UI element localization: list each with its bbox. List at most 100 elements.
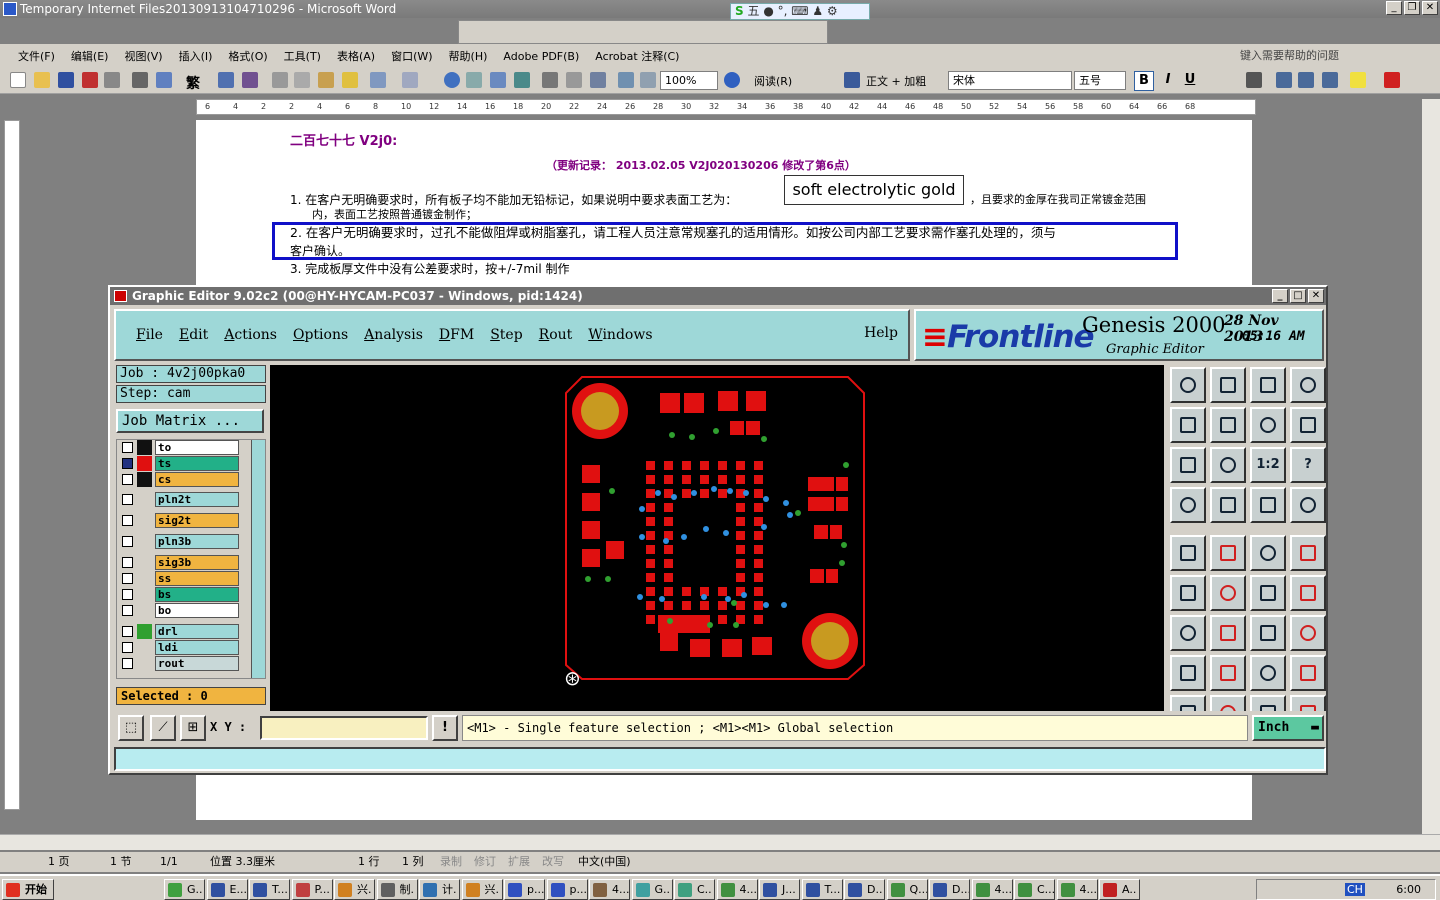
taskbar-button[interactable]: 4... (1056, 879, 1098, 900)
fit-icon[interactable] (1170, 447, 1206, 483)
insert-excel-icon[interactable] (514, 72, 530, 88)
paragraph-mark-icon[interactable] (640, 72, 656, 88)
document-map-icon[interactable] (590, 72, 606, 88)
angle-icon[interactable] (1170, 615, 1206, 651)
layer-checkbox[interactable] (122, 658, 133, 669)
restore-button[interactable]: ❐ (1404, 1, 1420, 15)
layer-b-icon[interactable] (1290, 487, 1326, 523)
alert-icon[interactable]: ! (432, 715, 458, 741)
taskbar-button[interactable]: 制. (376, 879, 418, 900)
menu-adobe-pdf[interactable]: Adobe PDF(B) (495, 50, 587, 63)
insert-table-icon[interactable] (490, 72, 506, 88)
layer-swatch[interactable] (137, 587, 152, 602)
status-overtype[interactable]: 改写 (542, 852, 564, 872)
taskbar-button[interactable]: 4... (589, 879, 630, 900)
hyperlink-icon[interactable] (444, 72, 460, 88)
layer-checkbox[interactable] (122, 442, 133, 453)
status-extend[interactable]: 扩展 (508, 852, 530, 872)
format-painter-icon[interactable] (342, 72, 358, 88)
feature-icon[interactable] (1170, 655, 1206, 691)
zoom-window-icon[interactable]: ⬚ (118, 715, 144, 741)
graphic-canvas[interactable]: ⊛ (270, 365, 1164, 711)
triangle-b-icon[interactable] (1210, 695, 1246, 711)
menu-format[interactable]: 格式(O) (220, 48, 275, 64)
pan-icon[interactable] (1210, 447, 1246, 483)
cross-icon[interactable] (1210, 575, 1246, 611)
g-menu-actions[interactable]: Actions (216, 327, 285, 343)
taskbar-button[interactable]: C... (1014, 879, 1055, 900)
paste-icon[interactable] (318, 72, 334, 88)
help-icon[interactable] (724, 72, 740, 88)
read-mode-button[interactable]: 阅读(R) (754, 73, 792, 89)
menu-acrobat[interactable]: Acrobat 注释(C) (587, 48, 687, 64)
units-select[interactable]: Inch ▬ (1252, 715, 1324, 741)
status-record[interactable]: 录制 (440, 852, 462, 872)
email-icon[interactable] (104, 72, 120, 88)
layer-checkbox[interactable] (122, 605, 133, 616)
menu-tools[interactable]: 工具(T) (276, 48, 329, 64)
layer-swatch[interactable] (137, 571, 152, 586)
layer-row[interactable]: bs (119, 587, 241, 602)
menu-file[interactable]: 文件(F) (10, 48, 63, 64)
layer-checkbox[interactable] (122, 573, 133, 584)
triangle-d-icon[interactable] (1290, 695, 1326, 711)
close-button[interactable]: ✕ (1422, 1, 1438, 15)
font-size-select[interactable]: 五号 (1074, 71, 1126, 90)
taskbar-button[interactable]: 兴. (334, 879, 375, 900)
command-line[interactable] (114, 747, 1326, 771)
connect-icon[interactable] (1170, 575, 1206, 611)
status-track[interactable]: 修订 (474, 852, 496, 872)
help-search-input[interactable]: 键入需要帮助的问题 (1240, 47, 1420, 65)
split-icon[interactable] (1290, 615, 1326, 651)
new-doc-icon[interactable] (10, 72, 26, 88)
layer-swatch[interactable] (137, 603, 152, 618)
taskbar-button[interactable]: C.. (674, 879, 715, 900)
cut-icon[interactable] (272, 72, 288, 88)
horizontal-ruler[interactable]: 6 4 2 2 4 6 8 10 12 14 16 18 20 22 24 26 28 30 32 34 36 38 40 4… (196, 99, 1256, 115)
g-menu-step[interactable]: Step (482, 327, 530, 343)
rotate-icon[interactable] (1290, 407, 1326, 443)
zoom-back-icon[interactable] (1250, 407, 1286, 443)
layer-row[interactable]: ss (119, 571, 241, 586)
g-menu-dfm[interactable]: DFM (431, 327, 482, 343)
layer-swatch[interactable] (137, 472, 152, 487)
vertical-ruler[interactable] (4, 120, 20, 810)
triangle-c-icon[interactable] (1250, 695, 1286, 711)
menu-view[interactable]: 视图(V) (116, 48, 170, 64)
taskbar-button[interactable]: 4... (716, 879, 758, 900)
layer-checkbox[interactable] (122, 626, 133, 637)
grid-icon[interactable] (1210, 487, 1246, 523)
permission-icon[interactable] (82, 72, 98, 88)
taskbar-button[interactable]: T... (249, 879, 290, 900)
bold-button[interactable]: B (1134, 71, 1154, 91)
pad-icon[interactable] (1290, 535, 1326, 571)
align-icon[interactable] (1246, 72, 1262, 88)
taskbar-button[interactable]: 兴. (461, 879, 503, 900)
layer-swatch[interactable] (137, 656, 152, 671)
taskbar-button[interactable]: E... (206, 879, 248, 900)
layer-checkbox[interactable] (122, 474, 133, 485)
print-icon[interactable] (132, 72, 148, 88)
layer-a-icon[interactable] (1250, 487, 1286, 523)
bullets-icon[interactable] (1298, 72, 1314, 88)
home-icon[interactable] (1250, 367, 1286, 403)
layer-row[interactable]: ldi (119, 640, 241, 655)
redo-icon[interactable] (402, 72, 418, 88)
redo-icon[interactable] (1210, 407, 1246, 443)
menu-insert[interactable]: 插入(I) (171, 48, 221, 64)
g-menu-options[interactable]: Options (285, 327, 356, 343)
taskbar-button[interactable]: P... (291, 879, 333, 900)
xy-input[interactable] (260, 716, 428, 740)
layer-checkbox[interactable] (122, 515, 133, 526)
save-icon[interactable] (1210, 367, 1246, 403)
window-icon[interactable] (1290, 367, 1326, 403)
floating-drawing-toolbar[interactable] (458, 20, 828, 44)
layer-swatch[interactable] (137, 640, 152, 655)
minimize-button[interactable]: _ (1386, 1, 1402, 15)
resize-icon[interactable] (1250, 655, 1286, 691)
polygon-icon[interactable] (1210, 535, 1246, 571)
layer-swatch[interactable] (137, 456, 152, 471)
tables-borders-icon[interactable] (466, 72, 482, 88)
snap-icon[interactable] (1290, 575, 1326, 611)
arc-icon[interactable] (1250, 615, 1286, 651)
